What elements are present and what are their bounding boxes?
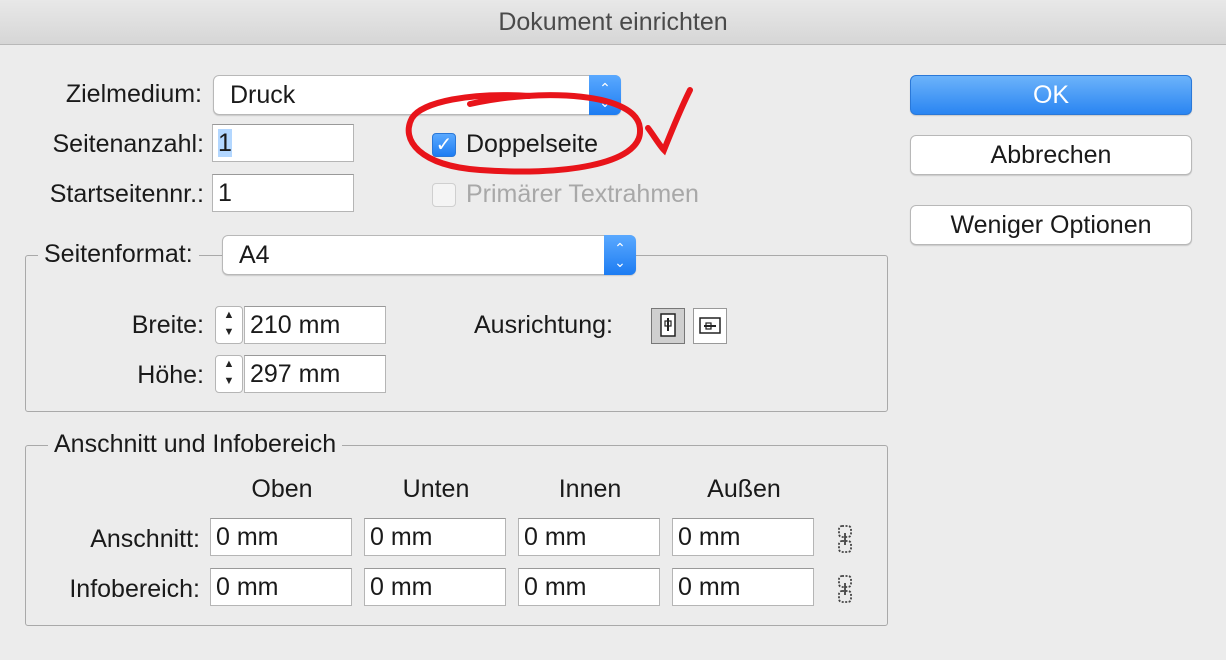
- anschnitt-innen-value: 0 mm: [524, 523, 587, 551]
- breite-label: Breite:: [131, 311, 204, 339]
- infobereich-link-button[interactable]: [832, 574, 858, 604]
- anschnitt-oben-value: 0 mm: [216, 523, 279, 551]
- up-down-chevron-icon: ⌃ ⌄: [604, 235, 636, 275]
- cancel-button[interactable]: Abbrechen: [910, 135, 1192, 175]
- primaer-textrahmen-checkbox[interactable]: [432, 183, 456, 207]
- seitenanzahl-value: 1: [218, 129, 232, 157]
- landscape-orientation-button[interactable]: [693, 308, 727, 344]
- chain-link-icon: [838, 575, 852, 603]
- anschnitt-unten-value: 0 mm: [370, 523, 433, 551]
- startseite-input[interactable]: 1: [212, 174, 354, 212]
- infobereich-unten-value: 0 mm: [370, 573, 433, 601]
- zielmedium-popup[interactable]: Druck ⌃ ⌄: [213, 75, 621, 115]
- anschnitt-aussen-input[interactable]: 0 mm: [672, 518, 814, 556]
- infobereich-aussen-value: 0 mm: [678, 573, 741, 601]
- infobereich-unten-input[interactable]: 0 mm: [364, 568, 506, 606]
- breite-value: 210 mm: [250, 311, 341, 339]
- anschnitt-unten-input[interactable]: 0 mm: [364, 518, 506, 556]
- breite-stepper[interactable]: ▲ ▼: [215, 306, 243, 344]
- column-header-unten: Unten: [402, 475, 470, 503]
- startseite-value: 1: [218, 179, 232, 207]
- zielmedium-label: Zielmedium:: [65, 80, 202, 108]
- column-header-oben: Oben: [251, 475, 313, 503]
- infobereich-innen-value: 0 mm: [524, 573, 587, 601]
- column-header-aussen: Außen: [707, 475, 781, 503]
- anschnitt-aussen-value: 0 mm: [678, 523, 741, 551]
- seitenformat-label: Seitenformat:: [38, 240, 199, 269]
- anschnitt-row-label: Anschnitt:: [90, 525, 200, 553]
- hoehe-input[interactable]: 297 mm: [244, 355, 386, 393]
- primaer-textrahmen-label: Primärer Textrahmen: [466, 180, 699, 208]
- hoehe-stepper[interactable]: ▲ ▼: [215, 355, 243, 393]
- breite-input[interactable]: 210 mm: [244, 306, 386, 344]
- portrait-orientation-button[interactable]: [651, 308, 685, 344]
- infobereich-innen-input[interactable]: 0 mm: [518, 568, 660, 606]
- ok-button[interactable]: OK: [910, 75, 1192, 115]
- column-header-innen: Innen: [558, 475, 622, 503]
- anschnitt-oben-input[interactable]: 0 mm: [210, 518, 352, 556]
- ausrichtung-label: Ausrichtung:: [474, 311, 613, 339]
- anschnitt-title: Anschnitt und Infobereich: [48, 430, 343, 459]
- seitenformat-value: A4: [239, 241, 270, 269]
- startseite-label: Startseitennr.:: [49, 180, 204, 208]
- seitenanzahl-label: Seitenanzahl:: [52, 130, 204, 158]
- annotation-checkmark: [645, 87, 693, 156]
- doppelseite-label[interactable]: Doppelseite: [466, 130, 598, 159]
- hoehe-label: Höhe:: [137, 361, 204, 389]
- seitenanzahl-input[interactable]: 1: [212, 124, 354, 162]
- fewer-options-button[interactable]: Weniger Optionen: [910, 205, 1192, 245]
- anschnitt-innen-input[interactable]: 0 mm: [518, 518, 660, 556]
- doppelseite-checkbox[interactable]: ✓: [432, 133, 456, 157]
- zielmedium-value: Druck: [230, 81, 296, 109]
- infobereich-oben-value: 0 mm: [216, 573, 279, 601]
- infobereich-oben-input[interactable]: 0 mm: [210, 568, 352, 606]
- chain-link-icon: [838, 525, 852, 553]
- hoehe-value: 297 mm: [250, 360, 341, 388]
- anschnitt-link-button[interactable]: [832, 524, 858, 554]
- portrait-orientation-icon: [660, 313, 676, 337]
- infobereich-row-label: Infobereich:: [69, 575, 200, 603]
- up-down-chevron-icon: ⌃ ⌄: [589, 75, 621, 115]
- infobereich-aussen-input[interactable]: 0 mm: [672, 568, 814, 606]
- seitenformat-popup[interactable]: A4 ⌃ ⌄: [222, 235, 636, 275]
- landscape-orientation-icon: [699, 317, 721, 334]
- window-title: Dokument einrichten: [0, 0, 1226, 45]
